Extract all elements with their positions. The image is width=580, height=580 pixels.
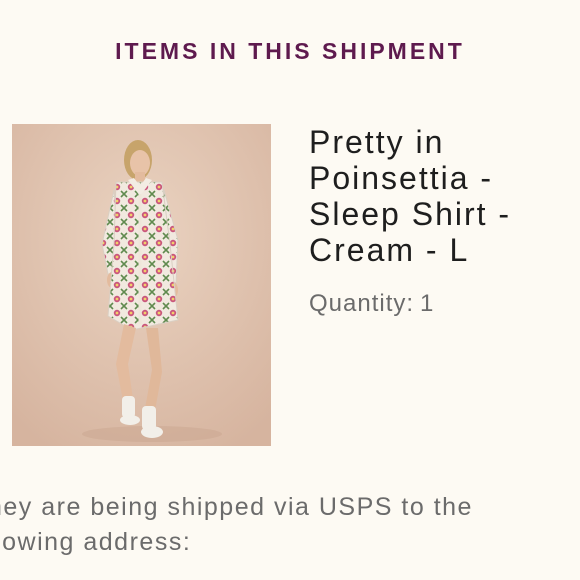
quantity-label: Quantity: <box>309 290 415 317</box>
quantity: Quantity: 1 <box>309 290 434 318</box>
quantity-value: 1 <box>420 290 435 317</box>
product-image[interactable] <box>12 124 271 446</box>
shipping-note: hey are being shipped via USPS to the ll… <box>0 493 473 556</box>
product-title[interactable]: Pretty in Poinsettia - Sleep Shirt - Cre… <box>309 124 574 268</box>
shipment-heading: ITEMS IN THIS SHIPMENT <box>115 38 465 64</box>
